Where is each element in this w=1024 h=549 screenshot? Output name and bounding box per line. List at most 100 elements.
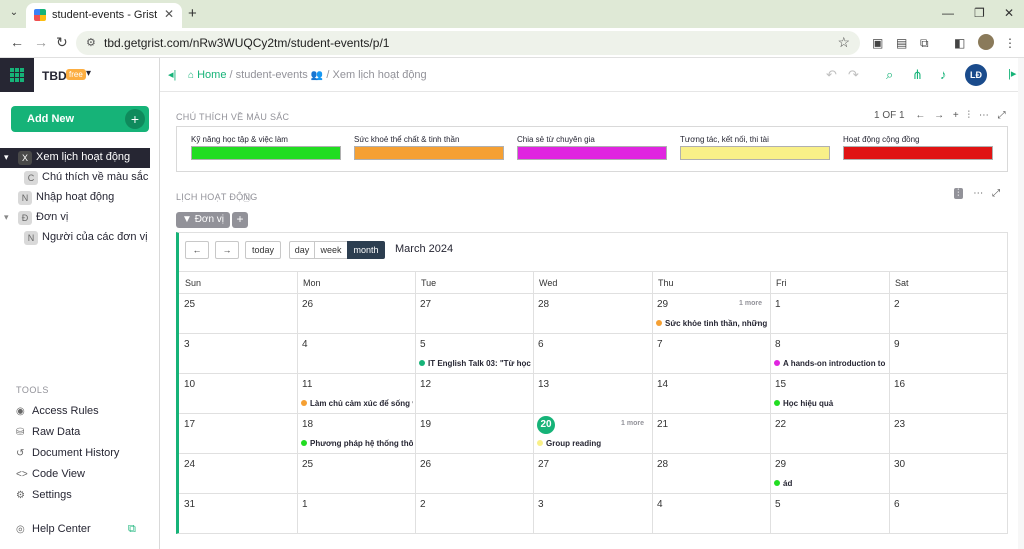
calendar-day-cell[interactable]: 12 — [415, 374, 533, 414]
tab-close-icon[interactable]: ✕ — [164, 7, 174, 21]
calendar-day-cell[interactable]: 7 — [652, 334, 770, 374]
calendar-day-cell[interactable]: 29 1 more Sức khỏe tinh thần, những — [652, 294, 770, 334]
minimize-icon[interactable]: — — [942, 6, 954, 20]
puzzle-extensions-icon[interactable]: ⧉ — [920, 36, 929, 51]
more-events-link[interactable]: 1 more — [621, 420, 644, 427]
new-tab-icon[interactable]: + — [188, 5, 197, 22]
day-number[interactable]: 4 — [302, 339, 308, 350]
day-number[interactable]: 3 — [184, 339, 190, 350]
grist-logo[interactable] — [0, 58, 34, 92]
calendar-day-cell[interactable]: 4 — [297, 334, 415, 374]
day-number[interactable]: 6 — [538, 339, 544, 350]
calendar-event[interactable]: Sức khỏe tinh thần, những — [656, 319, 768, 328]
day-number[interactable]: 3 — [538, 499, 544, 510]
calendar-day-cell[interactable]: 6 — [533, 334, 652, 374]
reload-icon[interactable]: ↻ — [56, 34, 68, 51]
page-item-calendar[interactable]: ▾ X Xem lịch hoạt động — [0, 148, 150, 168]
day-number[interactable]: 4 — [657, 499, 663, 510]
breadcrumb-home[interactable]: Home — [197, 69, 226, 81]
day-number[interactable]: 13 — [538, 379, 549, 390]
day-number[interactable]: 1 — [775, 299, 781, 310]
calendar-event[interactable]: A hands-on introduction to — [774, 359, 887, 368]
calendar-day-cell[interactable]: 5 IT English Talk 03: "Từ học — [415, 334, 533, 374]
filter-unit-pill[interactable]: ▼ Đơn vị — [176, 212, 231, 228]
day-number[interactable]: 16 — [894, 379, 905, 390]
day-number[interactable]: 24 — [184, 459, 195, 470]
browser-menu-icon[interactable]: ⋮ — [1004, 36, 1016, 50]
day-view-button[interactable]: day — [289, 241, 315, 259]
calendar-day-cell[interactable]: 25 — [297, 454, 415, 494]
legend-item[interactable]: Sức khoẻ thể chất & tinh thần — [354, 135, 504, 160]
calendar-day-cell[interactable]: 17 — [179, 414, 297, 454]
calendar-day-cell[interactable]: 11 Làm chủ cảm xúc để sống v — [297, 374, 415, 414]
calendar-day-cell[interactable]: 15 Học hiệu quả — [770, 374, 889, 414]
org-name[interactable]: TBD — [42, 69, 67, 83]
browser-tab[interactable]: student-events - Grist ✕ — [26, 3, 182, 28]
extension-icon[interactable]: ▣ — [872, 36, 883, 50]
calendar-day-cell[interactable]: 23 — [889, 414, 1008, 454]
page-item-input-activity[interactable]: N Nhập hoạt động — [0, 188, 159, 208]
day-number[interactable]: 25 — [302, 459, 313, 470]
chevron-down-icon[interactable]: ▾ — [86, 68, 91, 79]
calendar-day-cell[interactable]: 6 — [889, 494, 1008, 534]
filter-icon[interactable]: ⫶ — [954, 188, 963, 199]
next-month-button[interactable]: → — [215, 241, 239, 259]
calendar-day-cell[interactable]: 3 — [179, 334, 297, 374]
day-number[interactable]: 27 — [538, 459, 549, 470]
calendar-day-cell[interactable]: 18 Phương pháp hệ thống thô — [297, 414, 415, 454]
day-number[interactable]: 2 — [420, 499, 426, 510]
chevron-down-icon[interactable]: ▾ — [4, 212, 9, 223]
undo-icon[interactable]: ↶ — [826, 67, 837, 83]
day-number[interactable]: 21 — [657, 419, 668, 430]
day-number[interactable]: 25 — [184, 299, 195, 310]
calendar-day-cell[interactable]: 14 — [652, 374, 770, 414]
tool-settings[interactable]: ⚙ Settings — [16, 489, 72, 505]
day-number[interactable]: 15 — [775, 379, 786, 390]
day-number[interactable]: 22 — [775, 419, 786, 430]
day-number[interactable]: 28 — [538, 299, 549, 310]
add-filter-button[interactable]: + — [232, 212, 248, 228]
tab-search-icon[interactable]: ⌄ — [6, 5, 22, 21]
calendar-event[interactable]: IT English Talk 03: "Từ học — [419, 359, 531, 368]
calendar-day-cell[interactable]: 19 — [415, 414, 533, 454]
help-center-link[interactable]: ◎ Help Center — [16, 523, 91, 539]
tool-document-history[interactable]: ↺ Document History — [16, 447, 119, 463]
day-number[interactable]: 9 — [894, 339, 900, 350]
external-link-icon[interactable]: ⧉ — [128, 523, 136, 536]
calendar-day-cell[interactable]: 4 — [652, 494, 770, 534]
day-number[interactable]: 5 — [775, 499, 781, 510]
tool-raw-data[interactable]: ⛁ Raw Data — [16, 426, 80, 442]
calendar-day-cell[interactable]: 16 — [889, 374, 1008, 414]
reader-icon[interactable]: ▤ — [896, 36, 907, 50]
calendar-day-cell[interactable]: 20 1 more Group reading — [533, 414, 652, 454]
sidepanel-icon[interactable]: ◧ — [954, 36, 965, 50]
section-menu-icon[interactable]: ⋯ — [973, 188, 983, 199]
info-icon[interactable]: ⓘ — [242, 191, 251, 204]
calendar-day-cell[interactable]: 1 — [770, 294, 889, 334]
calendar-day-cell[interactable]: 5 — [770, 494, 889, 534]
notification-bell-icon[interactable]: ♪ — [940, 67, 947, 82]
page-item-units[interactable]: ▾ Đ Đơn vị — [0, 208, 159, 228]
next-record-icon[interactable]: → — [934, 110, 944, 121]
calendar-event[interactable]: ád — [774, 479, 887, 488]
more-events-link[interactable]: 1 more — [739, 300, 762, 307]
calendar-day-cell[interactable]: 28 — [533, 294, 652, 334]
day-number[interactable]: 27 — [420, 299, 431, 310]
day-number[interactable]: 18 — [302, 419, 313, 430]
month-view-button[interactable]: month — [347, 241, 385, 259]
calendar-day-cell[interactable]: 2 — [889, 294, 1008, 334]
redo-icon[interactable]: ↷ — [848, 67, 859, 83]
day-number[interactable]: 2 — [894, 299, 900, 310]
breadcrumb-doc[interactable]: student-events — [236, 69, 308, 81]
calendar-day-cell[interactable]: 10 — [179, 374, 297, 414]
legend-item[interactable]: Chia sẻ từ chuyên gia — [517, 135, 667, 160]
day-number[interactable]: 14 — [657, 379, 668, 390]
sort-filter-icon[interactable]: ⫶ — [968, 110, 971, 121]
day-number[interactable]: 7 — [657, 339, 663, 350]
profile-avatar[interactable] — [978, 34, 994, 50]
day-number[interactable]: 26 — [302, 299, 313, 310]
day-number[interactable]: 1 — [302, 499, 308, 510]
day-number[interactable]: 12 — [420, 379, 431, 390]
restore-icon[interactable]: ❐ — [974, 6, 985, 20]
expand-section-icon[interactable]: ⤢ — [998, 110, 1006, 121]
